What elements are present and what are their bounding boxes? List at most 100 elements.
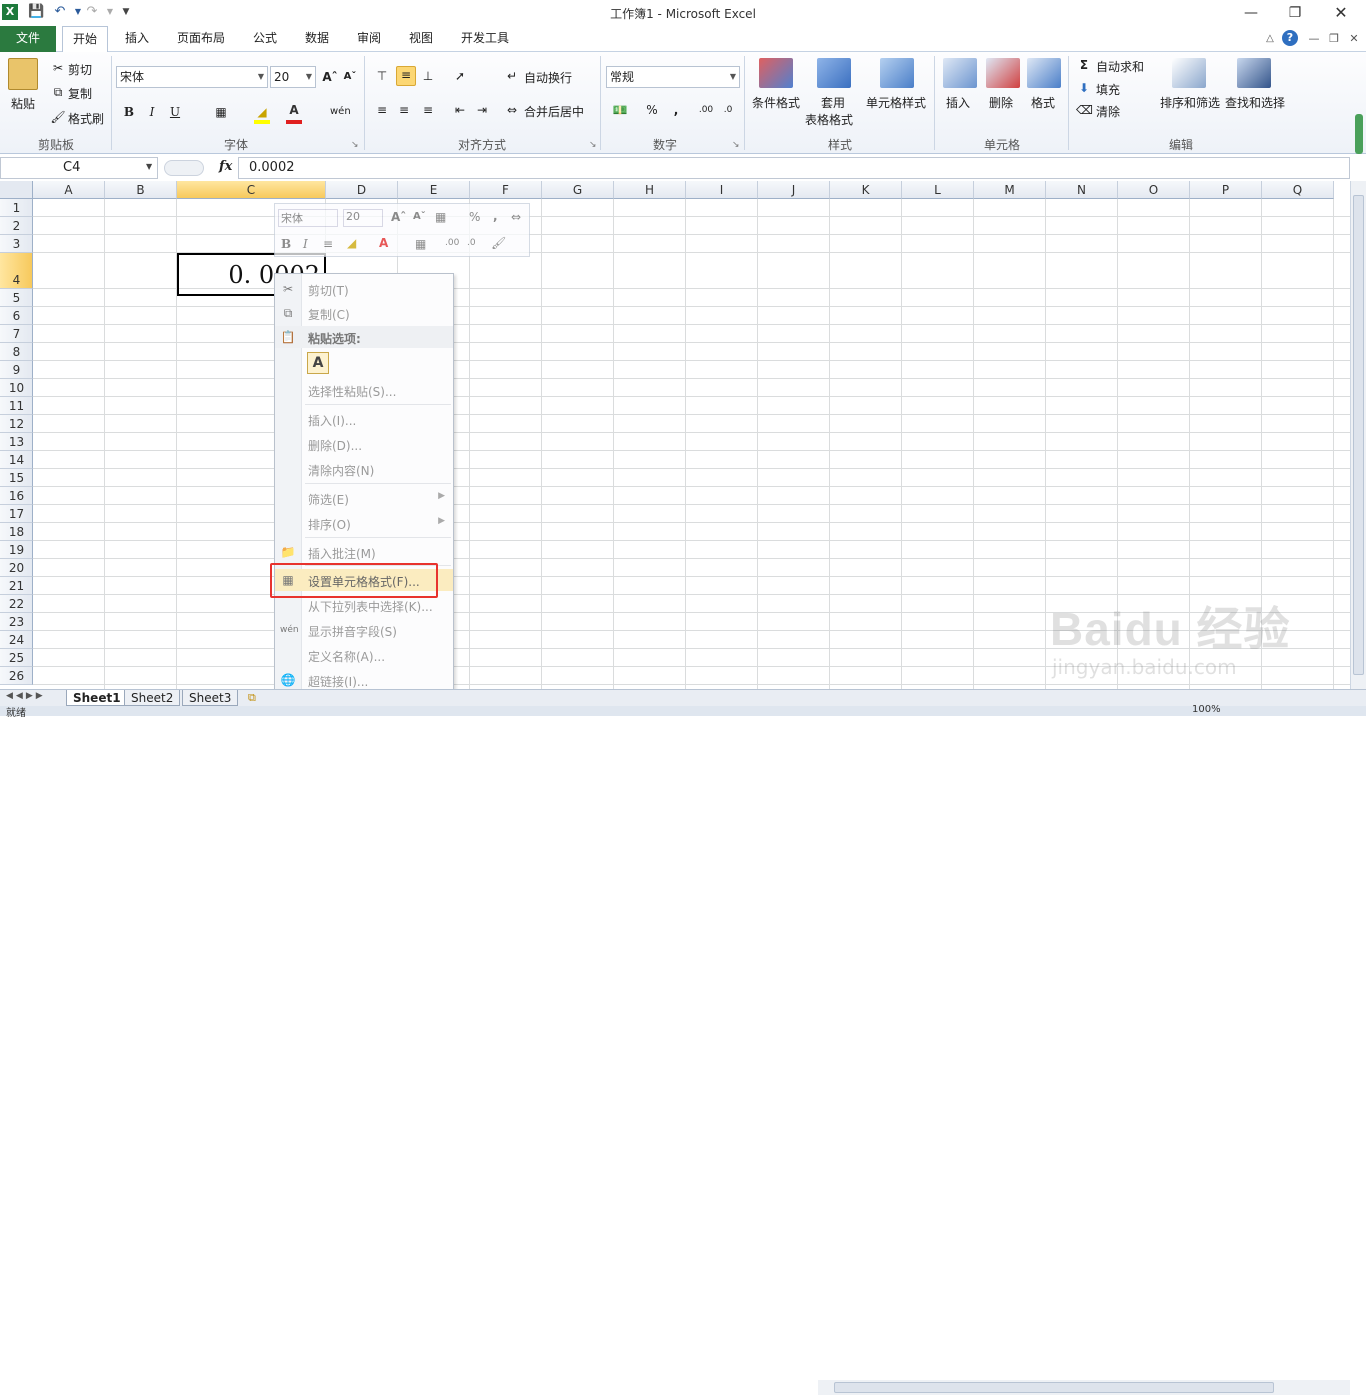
insert-sheet-icon[interactable]: ⧉ xyxy=(248,691,256,705)
zoom-level[interactable]: 100% xyxy=(1192,704,1221,715)
format-painter-icon[interactable]: 🖌 xyxy=(50,109,66,125)
mini-increase-decimal-icon[interactable]: .00 xyxy=(445,238,459,248)
clear-label[interactable]: 清除 xyxy=(1096,103,1120,120)
cut-icon[interactable]: ✂ xyxy=(50,60,66,76)
column-header-i[interactable]: I xyxy=(686,181,758,199)
column-header-n[interactable]: N xyxy=(1046,181,1118,199)
font-color-icon[interactable]: A xyxy=(286,102,302,118)
mini-center-icon[interactable]: ≡ xyxy=(323,237,333,251)
fill-color-icon[interactable]: ◢ xyxy=(254,104,270,120)
conditional-formatting-label[interactable]: 条件格式 xyxy=(752,94,800,111)
clear-icon[interactable]: ⌫ xyxy=(1076,102,1093,118)
menu-item-clear-contents[interactable]: 清除内容(N) xyxy=(275,458,453,480)
doc-close-icon[interactable]: ✕ xyxy=(1346,31,1362,47)
column-header-d[interactable]: D xyxy=(326,181,398,199)
italic-button[interactable]: I xyxy=(144,104,160,120)
format-painter-label[interactable]: 格式刷 xyxy=(68,110,104,127)
tab-developer[interactable]: 开发工具 xyxy=(454,26,516,52)
tab-home[interactable]: 开始 xyxy=(62,26,108,53)
menu-item-filter[interactable]: 筛选(E) ▶ xyxy=(275,487,453,509)
mini-font-name[interactable]: 宋体 xyxy=(278,209,338,227)
font-dialog-launcher-icon[interactable]: ↘ xyxy=(351,140,359,150)
tab-formulas[interactable]: 公式 xyxy=(246,26,284,52)
name-box-dropdown-icon[interactable]: ▼ xyxy=(146,162,152,171)
paste-icon[interactable] xyxy=(8,58,38,90)
menu-item-show-phonetic[interactable]: wén 显示拼音字段(S) xyxy=(275,619,453,641)
collapse-ribbon-icon[interactable]: △ xyxy=(1262,31,1278,47)
mini-fill-color-icon[interactable]: ◢ xyxy=(347,236,356,250)
decrease-indent-icon[interactable]: ⇤ xyxy=(452,102,468,118)
row-header-9[interactable]: 9 xyxy=(0,361,33,379)
mini-font-size[interactable]: 20 xyxy=(343,209,383,227)
menu-item-hyperlink[interactable]: 🌐 超链接(I)... xyxy=(275,669,453,691)
menu-item-insert[interactable]: 插入(I)... xyxy=(275,408,453,430)
copy-icon[interactable]: ⧉ xyxy=(50,84,66,100)
align-left-icon[interactable]: ≡ xyxy=(374,102,390,118)
mini-percent-icon[interactable]: % xyxy=(469,210,480,224)
sort-filter-label[interactable]: 排序和筛选 xyxy=(1160,94,1220,111)
column-header-h[interactable]: H xyxy=(614,181,686,199)
row-header-1[interactable]: 1 xyxy=(0,199,33,217)
underline-button[interactable]: U xyxy=(167,104,183,120)
tab-insert[interactable]: 插入 xyxy=(118,26,156,52)
column-header-o[interactable]: O xyxy=(1118,181,1190,199)
column-header-g[interactable]: G xyxy=(542,181,614,199)
row-header-12[interactable]: 12 xyxy=(0,415,33,433)
sheet-tab-1[interactable]: Sheet1 xyxy=(66,690,128,706)
borders-icon[interactable]: ▦ xyxy=(213,104,229,120)
cut-label[interactable]: 剪切 xyxy=(68,61,92,78)
tab-review[interactable]: 审阅 xyxy=(350,26,388,52)
column-header-l[interactable]: L xyxy=(902,181,974,199)
font-name-dropdown[interactable]: 宋体 ▼ xyxy=(116,66,268,88)
mini-accounting-icon[interactable]: ▦ xyxy=(435,210,446,224)
cell-styles-label[interactable]: 单元格样式 xyxy=(866,94,926,111)
row-header-3[interactable]: 3 xyxy=(0,235,33,253)
column-header-p[interactable]: P xyxy=(1190,181,1262,199)
font-size-dropdown[interactable]: 20 ▼ xyxy=(270,66,316,88)
shrink-font-icon[interactable]: Aˇ xyxy=(342,69,358,85)
menu-item-delete[interactable]: 删除(D)... xyxy=(275,433,453,455)
find-select-icon[interactable] xyxy=(1237,58,1271,88)
formula-input[interactable]: 0.0002 xyxy=(238,157,1350,179)
vertical-scrollbar[interactable] xyxy=(1350,181,1366,689)
insert-cells-label[interactable]: 插入 xyxy=(946,94,970,111)
copy-label[interactable]: 复制 xyxy=(68,85,92,102)
row-header-24[interactable]: 24 xyxy=(0,631,33,649)
grow-font-icon[interactable]: Aˆ xyxy=(322,69,338,85)
accounting-format-icon[interactable]: 💵 xyxy=(612,102,628,118)
row-header-15[interactable]: 15 xyxy=(0,469,33,487)
format-cells-icon[interactable] xyxy=(1027,58,1061,88)
increase-indent-icon[interactable]: ⇥ xyxy=(474,102,490,118)
delete-cells-icon[interactable] xyxy=(986,58,1020,88)
row-header-21[interactable]: 21 xyxy=(0,577,33,595)
row-header-19[interactable]: 19 xyxy=(0,541,33,559)
tab-file[interactable]: 文件 xyxy=(0,26,56,52)
conditional-formatting-icon[interactable] xyxy=(759,58,793,88)
column-header-k[interactable]: K xyxy=(830,181,902,199)
comma-style-button[interactable]: , xyxy=(668,102,684,118)
autosum-label[interactable]: 自动求和 xyxy=(1096,58,1144,75)
percent-style-button[interactable]: % xyxy=(644,102,660,118)
formula-bar-resize-handle[interactable] xyxy=(164,160,204,176)
insert-function-icon[interactable]: fx xyxy=(219,159,232,174)
wrap-text-label[interactable]: 自动换行 xyxy=(524,69,572,86)
wrap-text-icon[interactable]: ↵ xyxy=(504,68,520,84)
column-header-b[interactable]: B xyxy=(105,181,177,199)
mini-bold-icon[interactable]: B xyxy=(281,237,291,251)
alignment-dialog-launcher-icon[interactable]: ↘ xyxy=(589,140,597,150)
row-header-5[interactable]: 5 xyxy=(0,289,33,307)
fill-icon[interactable]: ⬇ xyxy=(1076,80,1092,96)
name-box[interactable]: C4 xyxy=(0,157,158,179)
row-header-4[interactable]: 4 xyxy=(0,253,33,289)
format-as-table-icon[interactable] xyxy=(817,58,851,88)
row-header-23[interactable]: 23 xyxy=(0,613,33,631)
select-all-corner[interactable] xyxy=(0,181,33,199)
menu-item-define-name[interactable]: 定义名称(A)... xyxy=(275,644,453,666)
tab-view[interactable]: 视图 xyxy=(402,26,440,52)
row-header-6[interactable]: 6 xyxy=(0,307,33,325)
minimize-button[interactable]: — xyxy=(1236,2,1266,24)
number-dialog-launcher-icon[interactable]: ↘ xyxy=(732,140,740,150)
align-bottom-icon[interactable]: ⊥ xyxy=(420,68,436,84)
mini-decrease-decimal-icon[interactable]: .0 xyxy=(467,238,476,248)
find-select-label[interactable]: 查找和选择 xyxy=(1225,94,1285,111)
